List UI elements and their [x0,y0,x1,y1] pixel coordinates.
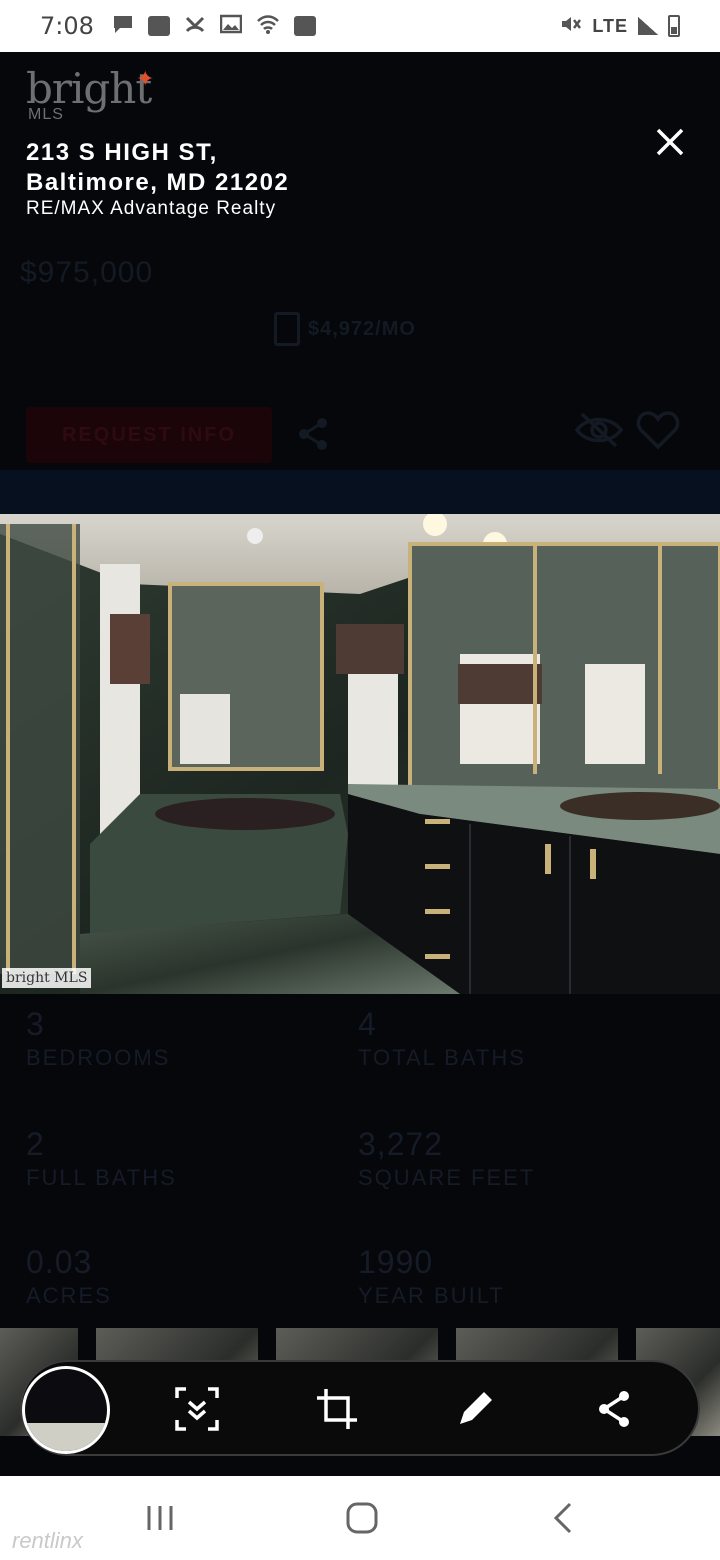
close-button[interactable] [650,122,690,162]
brand-sub: MLS [28,106,64,123]
share-icon [599,1391,629,1427]
address-line1: 213 S HIGH ST, [26,139,218,166]
back-icon [553,1502,572,1534]
stat-value: 2 [26,1126,45,1162]
mute-icon [560,14,582,39]
stat-value: 0.03 [26,1244,93,1280]
stat-label: YEAR BUILT [358,1283,505,1308]
stat-value: 4 [358,1006,377,1042]
stat-label: ACRES [26,1283,112,1308]
monthly-payment[interactable]: $4,972/MO [274,312,416,346]
favorite-button[interactable] [636,410,680,455]
home-icon [346,1502,378,1534]
share-button[interactable] [592,1386,638,1432]
notification-icon [293,16,316,36]
close-icon [656,128,684,156]
battery-icon [668,15,680,37]
stat-total-baths: 4 TOTAL BATHS [358,1006,526,1071]
crop-icon [317,1389,357,1429]
listing-address: 213 S HIGH ST, Baltimore, MD 21202 [26,138,289,198]
brand-star-icon: ✦ [136,66,155,91]
hide-listing-button[interactable] [574,410,624,455]
site-watermark: rentlinx [12,1528,83,1553]
stat-label: SQUARE FEET [358,1165,536,1190]
eye-off-icon [574,412,624,448]
stat-full-baths: 2 FULL BATHS [26,1126,177,1191]
heart-icon [636,411,680,450]
chat-icon [112,14,134,39]
scroll-capture-icon [175,1387,219,1431]
request-info-button[interactable]: REQUEST INFO [26,407,272,463]
status-system-icons: LTE [560,14,680,39]
photo-watermark: bright MLS [2,968,92,988]
section-band [0,470,720,514]
back-button[interactable] [544,1498,584,1538]
stat-square-feet: 3,272 SQUARE FEET [358,1126,535,1191]
stat-label: TOTAL BATHS [358,1045,526,1070]
wifi-icon [256,14,280,39]
stat-year-built: 1990 YEAR BUILT [358,1244,505,1309]
stat-label: FULL BATHS [26,1165,177,1190]
recent-apps-icon [147,1506,173,1530]
stat-label: BEDROOMS [26,1045,171,1070]
stat-value: 1990 [358,1244,434,1280]
status-notification-icons [112,14,316,39]
screenshot-preview[interactable] [22,1366,110,1454]
stat-bedrooms: 3 BEDROOMS [26,1006,170,1071]
home-button[interactable] [342,1498,382,1538]
image-icon [219,14,243,39]
listing-price: $975,000 [20,256,154,289]
stat-value: 3 [26,1006,45,1042]
status-time: 7:08 [40,12,94,40]
stat-value: 3,272 [358,1126,444,1162]
bathroom-photo-image [0,514,720,994]
stat-acres: 0.03 ACRES [26,1244,112,1309]
navigation-bar [0,1476,720,1560]
scroll-capture-button[interactable] [174,1386,220,1432]
share-icon [299,418,327,450]
missed-call-icon [184,14,206,39]
network-type: LTE [592,15,628,36]
status-bar: 7:08 LTE [0,0,720,52]
calculator-icon [274,312,300,346]
signal-icon [638,17,658,35]
recent-apps-button[interactable] [140,1498,180,1538]
share-listing-button[interactable] [296,416,332,457]
edit-button[interactable] [452,1386,498,1432]
crop-button[interactable] [314,1386,360,1432]
edit-icon [460,1392,492,1424]
square-icon [147,16,170,36]
listing-agency: RE/MAX Advantage Realty [26,198,277,219]
monthly-payment-value: $4,972/MO [308,317,416,340]
address-line2: Baltimore, MD 21202 [26,169,290,196]
listing-photo[interactable] [0,514,720,994]
preview-image [25,1423,107,1451]
